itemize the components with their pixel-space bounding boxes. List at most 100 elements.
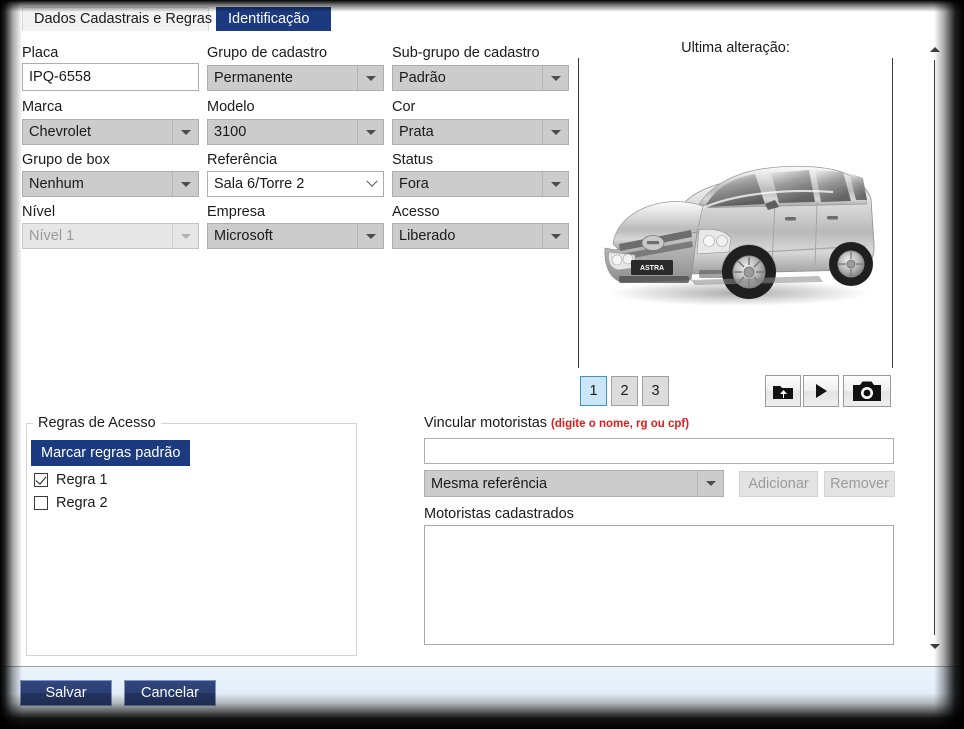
link-drivers-hint: (digite o nome, rg ou cpf) — [551, 418, 690, 430]
footer-bar: Salvar Cancelar — [0, 666, 964, 729]
label-grupo-de-cadastro: Grupo de cadastro — [207, 45, 328, 61]
vertical-scrollbar[interactable] — [924, 40, 946, 655]
mark-default-rules-label: Marcar regras padrão — [41, 445, 181, 461]
page-button-label: 3 — [651, 383, 660, 399]
tab-strip: Dados Cadastrais e Regras Identificação — [0, 0, 964, 33]
remove-driver-button: Remover — [824, 471, 895, 497]
shadow-left — [0, 0, 22, 729]
combo-sub-grupo-de-cadastro[interactable]: Padrão — [392, 65, 569, 91]
rule-checkbox-regra-2[interactable]: Regra 2 — [34, 495, 108, 511]
application-window: Dados Cadastrais e Regras Identificação … — [0, 0, 964, 729]
remove-driver-label: Remover — [830, 476, 889, 492]
checkbox-checked-icon[interactable] — [34, 473, 48, 487]
combo-referencia[interactable]: Sala 6/Torre 2 — [207, 171, 384, 197]
rule-label: Regra 1 — [56, 472, 108, 488]
rule-label: Regra 2 — [56, 495, 108, 511]
play-button[interactable] — [803, 375, 839, 407]
chevron-down-icon[interactable] — [697, 471, 723, 496]
rule-checkbox-regra-1[interactable]: Regra 1 — [34, 472, 108, 488]
combo-grupo-de-cadastro-value: Permanente — [214, 70, 293, 86]
label-nivel: Nível — [22, 204, 56, 220]
input-placa[interactable]: IPQ-6558 — [22, 63, 199, 91]
tab-dados-cadastrais-e-regras[interactable]: Dados Cadastrais e Regras — [22, 7, 213, 33]
checkbox-unchecked-icon[interactable] — [34, 496, 48, 510]
scroll-down-arrow-icon[interactable] — [924, 637, 946, 655]
combo-driver-scope-value: Mesma referência — [431, 475, 548, 492]
link-drivers-label: Vincular motoristas (digite o nome, rg ou… — [424, 415, 689, 431]
label-acesso: Acesso — [392, 204, 440, 220]
combo-modelo-value: 3100 — [214, 124, 247, 140]
chevron-down-icon[interactable] — [542, 66, 568, 90]
tab-label: Dados Cadastrais e Regras — [34, 11, 213, 27]
combo-empresa-value: Microsoft — [214, 228, 273, 244]
cancel-label: Cancelar — [140, 685, 200, 701]
registered-drivers-label: Motoristas cadastrados — [424, 506, 574, 522]
chevron-down-icon[interactable] — [172, 120, 198, 144]
last-change-title: Ultima alteração: — [681, 40, 790, 56]
save-label: Salvar — [45, 685, 87, 701]
combo-sub-grupo-de-cadastro-value: Padrão — [399, 70, 446, 86]
tab-identificacao[interactable]: Identificação — [216, 7, 331, 33]
add-driver-label: Adicionar — [748, 476, 809, 492]
combo-marca-value: Chevrolet — [29, 124, 92, 140]
page-button-1[interactable]: 1 — [580, 376, 607, 406]
page-button-2[interactable]: 2 — [611, 376, 638, 406]
combo-marca[interactable]: Chevrolet — [22, 119, 199, 145]
combo-nivel: Nível 1 — [22, 223, 199, 249]
combo-acesso-value: Liberado — [399, 228, 456, 244]
combo-nivel-value: Nível 1 — [29, 228, 75, 244]
play-icon — [816, 384, 827, 398]
input-placa-value: IPQ-6558 — [29, 69, 92, 85]
scroll-up-arrow-icon[interactable] — [924, 40, 946, 58]
label-empresa: Empresa — [207, 204, 266, 220]
access-rules-legend: Regras de Acesso — [33, 415, 161, 431]
combo-cor[interactable]: Prata — [392, 119, 569, 145]
chevron-down-icon[interactable] — [542, 172, 568, 196]
camera-icon — [853, 381, 881, 401]
chevron-down-icon[interactable] — [361, 172, 383, 196]
page-button-label: 2 — [620, 383, 629, 399]
add-driver-button: Adicionar — [739, 471, 818, 497]
combo-driver-scope[interactable]: Mesma referência — [424, 470, 724, 497]
combo-grupo-de-box-value: Nenhum — [29, 176, 84, 192]
label-modelo: Modelo — [207, 99, 255, 115]
chevron-down-icon[interactable] — [357, 224, 383, 248]
combo-grupo-de-cadastro[interactable]: Permanente — [207, 65, 384, 91]
scrollbar-track[interactable] — [934, 60, 935, 635]
camera-button[interactable] — [843, 375, 891, 407]
vehicle-photo-panel: ASTRA — [578, 58, 893, 368]
chevron-down-icon[interactable] — [357, 120, 383, 144]
folder-upload-icon — [773, 386, 793, 399]
label-placa: Placa — [22, 45, 59, 61]
driver-search-input[interactable] — [424, 438, 894, 464]
link-drivers-label-text: Vincular motoristas — [424, 415, 548, 431]
combo-acesso[interactable]: Liberado — [392, 223, 569, 249]
label-referencia: Referência — [207, 152, 278, 168]
registered-drivers-list[interactable] — [424, 525, 894, 645]
label-marca: Marca — [22, 99, 63, 115]
chevron-down-icon[interactable] — [357, 66, 383, 90]
cancel-button[interactable]: Cancelar — [124, 680, 216, 706]
chevron-down-icon[interactable] — [542, 224, 568, 248]
mark-default-rules-button[interactable]: Marcar regras padrão — [31, 440, 191, 466]
combo-grupo-de-box[interactable]: Nenhum — [22, 171, 199, 197]
page-button-3[interactable]: 3 — [642, 376, 669, 406]
save-button[interactable]: Salvar — [20, 680, 112, 706]
label-cor: Cor — [392, 99, 416, 115]
combo-modelo[interactable]: 3100 — [207, 119, 384, 145]
chevron-down-icon — [172, 224, 198, 248]
chevron-down-icon[interactable] — [172, 172, 198, 196]
page-button-label: 1 — [589, 383, 598, 399]
label-sub-grupo-de-cadastro: Sub-grupo de cadastro — [392, 45, 540, 61]
open-folder-button[interactable] — [765, 375, 801, 407]
chevron-down-icon[interactable] — [542, 120, 568, 144]
combo-cor-value: Prata — [399, 124, 434, 140]
combo-referencia-value: Sala 6/Torre 2 — [214, 176, 305, 192]
combo-status[interactable]: Fora — [392, 171, 569, 197]
label-status: Status — [392, 152, 434, 168]
vehicle-photo: ASTRA — [579, 104, 892, 336]
tab-label: Identificação — [228, 11, 310, 27]
combo-empresa[interactable]: Microsoft — [207, 223, 384, 249]
tab-underline — [0, 31, 964, 33]
label-grupo-de-box: Grupo de box — [22, 152, 110, 168]
